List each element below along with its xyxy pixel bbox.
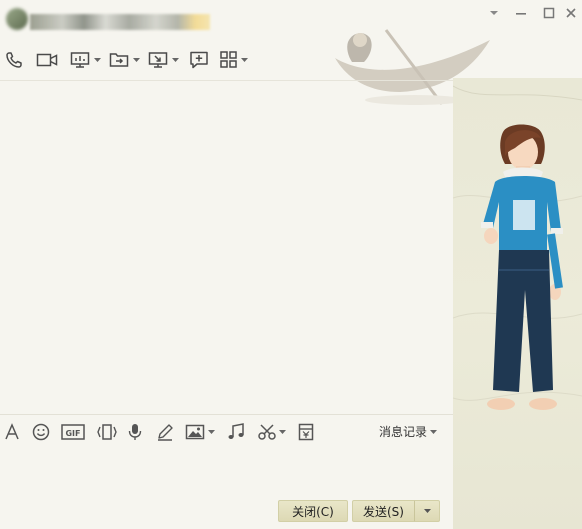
svg-text:GIF: GIF xyxy=(65,429,80,438)
chevron-down-icon xyxy=(423,509,431,513)
message-history-link[interactable]: 消息记录 xyxy=(379,423,437,440)
close-window-button[interactable] xyxy=(560,4,582,22)
message-display-area[interactable] xyxy=(0,80,453,415)
image-icon[interactable] xyxy=(185,421,215,443)
contact-avatar[interactable] xyxy=(6,8,28,30)
send-button-label: 发送(S) xyxy=(363,504,404,519)
voice-icon[interactable] xyxy=(127,421,143,443)
video-icon[interactable] xyxy=(36,47,58,73)
music-icon[interactable] xyxy=(227,421,245,443)
remote-desktop-icon[interactable] xyxy=(148,47,179,73)
message-history-label: 消息记录 xyxy=(378,425,427,439)
phone-icon[interactable] xyxy=(4,47,24,73)
input-toolbar: GIF 消息记录 xyxy=(0,419,453,445)
file-transfer-icon[interactable] xyxy=(109,47,140,73)
font-icon[interactable] xyxy=(4,421,20,443)
close-button-label: 关闭(C) xyxy=(292,504,334,519)
emoji-icon[interactable] xyxy=(32,421,50,443)
chat-toolbar xyxy=(0,46,248,74)
message-input[interactable] xyxy=(0,446,453,496)
screenshot-icon[interactable] xyxy=(257,421,286,443)
shake-icon[interactable] xyxy=(96,421,118,443)
show-character-avatar xyxy=(481,124,563,410)
handwrite-icon[interactable] xyxy=(156,421,174,443)
send-options-button[interactable] xyxy=(414,500,440,522)
input-divider xyxy=(0,414,453,415)
maximize-button[interactable] xyxy=(538,4,560,22)
close-button[interactable]: 关闭(C) xyxy=(278,500,348,522)
contact-name-redacted xyxy=(30,14,210,30)
gif-icon[interactable]: GIF xyxy=(61,421,85,443)
red-packet-icon[interactable] xyxy=(298,421,314,443)
screen-share-icon[interactable] xyxy=(70,47,101,73)
send-button[interactable]: 发送(S) xyxy=(352,500,414,522)
apps-icon[interactable] xyxy=(219,47,248,73)
minimize-button[interactable] xyxy=(510,4,532,22)
chevron-down-icon xyxy=(430,429,437,434)
add-chat-icon[interactable] xyxy=(189,47,209,73)
dropdown-icon[interactable] xyxy=(483,4,505,22)
